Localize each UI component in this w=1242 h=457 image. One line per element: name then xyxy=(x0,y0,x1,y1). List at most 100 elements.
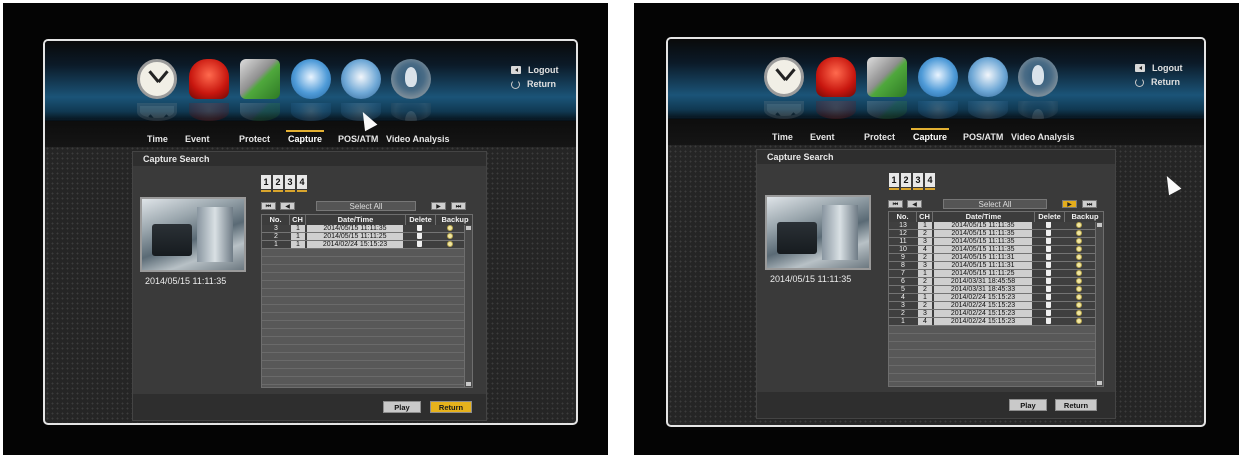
tab-time[interactable]: Time xyxy=(772,132,793,142)
backup-cell[interactable] xyxy=(1064,278,1094,286)
table-row[interactable]: 8 3 2014/05/15 11:11:31 xyxy=(889,262,1095,270)
backup-cell[interactable] xyxy=(1064,246,1094,254)
table-row[interactable]: 2 3 2014/02/24 15:15:23 xyxy=(889,310,1095,318)
next-page-button[interactable]: ▶ xyxy=(431,202,446,210)
return-button[interactable]: Return xyxy=(430,401,472,413)
backup-cell[interactable] xyxy=(435,233,465,241)
trash-icon[interactable] xyxy=(1045,310,1051,317)
tab-protect[interactable]: Protect xyxy=(864,132,895,142)
shield-icon[interactable] xyxy=(240,59,280,99)
siren-icon[interactable] xyxy=(189,59,229,99)
table-row[interactable]: 1 1 2014/02/24 15:15:23 xyxy=(262,241,464,249)
last-page-button[interactable]: ⏭ xyxy=(1082,200,1097,208)
backup-cell[interactable] xyxy=(435,241,465,249)
trash-icon[interactable] xyxy=(1045,262,1051,269)
analysis-icon[interactable] xyxy=(391,59,431,99)
delete-cell[interactable] xyxy=(1034,222,1062,230)
select-all-button[interactable]: Select All xyxy=(316,201,416,211)
table-scrollbar[interactable] xyxy=(464,225,472,387)
backup-cell[interactable] xyxy=(1064,254,1094,262)
clock-icon[interactable] xyxy=(137,59,177,99)
backup-cell[interactable] xyxy=(1064,230,1094,238)
delete-cell[interactable] xyxy=(1034,270,1062,278)
logout-row[interactable]: Logout xyxy=(511,63,559,77)
trash-icon[interactable] xyxy=(1045,286,1051,293)
backup-disc-icon[interactable] xyxy=(1076,302,1082,309)
backup-cell[interactable] xyxy=(435,225,465,233)
tab-event[interactable]: Event xyxy=(185,134,210,144)
backup-disc-icon[interactable] xyxy=(1076,278,1082,285)
first-page-button[interactable]: ⏮ xyxy=(261,202,276,210)
return-button[interactable]: Return xyxy=(1055,399,1097,411)
trash-icon[interactable] xyxy=(1045,318,1051,325)
trash-icon[interactable] xyxy=(1045,270,1051,277)
register-icon[interactable] xyxy=(341,59,381,99)
table-row[interactable]: 3 2 2014/02/24 15:15:23 xyxy=(889,302,1095,310)
trash-icon[interactable] xyxy=(1045,302,1051,309)
play-button[interactable]: Play xyxy=(1009,399,1047,411)
page-button[interactable]: 3 xyxy=(285,175,295,192)
logout-row[interactable]: Logout xyxy=(1135,61,1183,75)
first-page-button[interactable]: ⏮ xyxy=(888,200,903,208)
table-row[interactable]: 3 1 2014/05/15 11:11:35 xyxy=(262,225,464,233)
table-row[interactable]: 1 4 2014/02/24 15:15:23 xyxy=(889,318,1095,326)
delete-cell[interactable] xyxy=(405,233,433,241)
backup-cell[interactable] xyxy=(1064,286,1094,294)
shield-icon[interactable] xyxy=(867,57,907,97)
table-row[interactable]: 2 1 2014/05/15 11:11:25 xyxy=(262,233,464,241)
return-row[interactable]: Return xyxy=(1135,75,1183,89)
backup-disc-icon[interactable] xyxy=(1076,286,1082,293)
camera-icon[interactable] xyxy=(918,57,958,97)
tab-video-analysis[interactable]: Video Analysis xyxy=(386,134,450,144)
tab-pos-atm[interactable]: POS/ATM xyxy=(963,132,1003,142)
backup-cell[interactable] xyxy=(1064,262,1094,270)
trash-icon[interactable] xyxy=(416,241,422,248)
backup-disc-icon[interactable] xyxy=(1076,294,1082,301)
tab-time[interactable]: Time xyxy=(147,134,168,144)
last-page-button[interactable]: ⏭ xyxy=(451,202,466,210)
table-row[interactable]: 10 4 2014/05/15 11:11:35 xyxy=(889,246,1095,254)
backup-disc-icon[interactable] xyxy=(1076,262,1082,269)
delete-cell[interactable] xyxy=(1034,230,1062,238)
page-button[interactable]: 2 xyxy=(273,175,283,192)
play-button[interactable]: Play xyxy=(383,401,421,413)
page-button[interactable]: 4 xyxy=(297,175,307,192)
page-button[interactable]: 2 xyxy=(901,173,911,190)
next-page-button[interactable]: ▶ xyxy=(1062,200,1077,208)
delete-cell[interactable] xyxy=(1034,310,1062,318)
page-button[interactable]: 1 xyxy=(889,173,899,190)
delete-cell[interactable] xyxy=(1034,246,1062,254)
trash-icon[interactable] xyxy=(1045,238,1051,245)
backup-cell[interactable] xyxy=(1064,318,1094,326)
trash-icon[interactable] xyxy=(1045,294,1051,301)
backup-disc-icon[interactable] xyxy=(1076,230,1082,237)
prev-page-button[interactable]: ◀ xyxy=(907,200,922,208)
backup-disc-icon[interactable] xyxy=(447,241,453,248)
backup-disc-icon[interactable] xyxy=(1076,318,1082,325)
tab-capture[interactable]: Capture xyxy=(285,130,325,144)
table-row[interactable]: 12 2 2014/05/15 11:11:35 xyxy=(889,230,1095,238)
return-row[interactable]: Return xyxy=(511,77,559,91)
page-button[interactable]: 1 xyxy=(261,175,271,192)
camera-icon[interactable] xyxy=(291,59,331,99)
delete-cell[interactable] xyxy=(405,241,433,249)
analysis-icon[interactable] xyxy=(1018,57,1058,97)
table-row[interactable]: 13 1 2014/05/15 11:11:35 xyxy=(889,222,1095,230)
table-row[interactable]: 7 1 2014/05/15 11:11:25 xyxy=(889,270,1095,278)
trash-icon[interactable] xyxy=(416,225,422,232)
backup-disc-icon[interactable] xyxy=(1076,246,1082,253)
delete-cell[interactable] xyxy=(1034,294,1062,302)
backup-disc-icon[interactable] xyxy=(1076,222,1082,229)
delete-cell[interactable] xyxy=(405,225,433,233)
table-row[interactable]: 9 2 2014/05/15 11:11:31 xyxy=(889,254,1095,262)
backup-cell[interactable] xyxy=(1064,270,1094,278)
table-row[interactable]: 5 2 2014/03/31 18:45:33 xyxy=(889,286,1095,294)
page-button[interactable]: 3 xyxy=(913,173,923,190)
page-button[interactable]: 4 xyxy=(925,173,935,190)
backup-cell[interactable] xyxy=(1064,294,1094,302)
trash-icon[interactable] xyxy=(1045,246,1051,253)
delete-cell[interactable] xyxy=(1034,318,1062,326)
clock-icon[interactable] xyxy=(764,57,804,97)
delete-cell[interactable] xyxy=(1034,262,1062,270)
backup-disc-icon[interactable] xyxy=(1076,310,1082,317)
